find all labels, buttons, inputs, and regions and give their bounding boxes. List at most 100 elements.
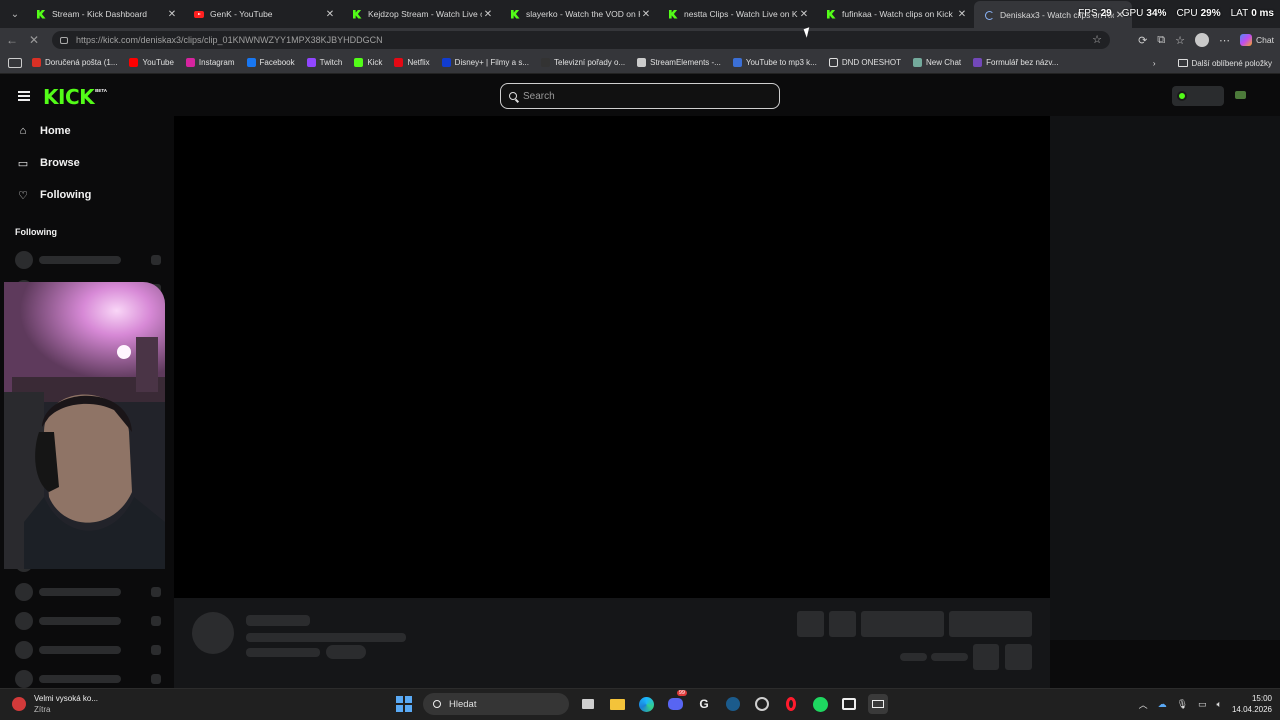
tab-close-icon[interactable]: ✕ — [798, 9, 810, 20]
weather-widget[interactable]: Velmi vysoká ko... Zítra — [12, 693, 98, 715]
bookmark-item[interactable]: Kick — [354, 58, 382, 67]
file-explorer-icon[interactable] — [607, 694, 627, 714]
sidebar-item-home[interactable]: ⌂ Home — [17, 125, 71, 137]
action-button-skeleton[interactable] — [861, 611, 944, 637]
action-button-skeleton[interactable] — [829, 611, 856, 637]
tab-close-icon[interactable]: ✕ — [640, 9, 652, 20]
edge-browser-icon[interactable] — [636, 694, 656, 714]
action-button-skeleton[interactable] — [797, 611, 824, 637]
hamburger-menu-icon[interactable] — [18, 91, 30, 101]
lat-value: 0 ms — [1251, 8, 1274, 19]
copilot-icon — [1240, 34, 1253, 46]
action-button-skeleton[interactable] — [949, 611, 1032, 637]
bookmark-label: DND ONESHOT — [841, 58, 901, 67]
chevron-right-icon[interactable]: › — [1153, 59, 1156, 68]
bookmark-item[interactable]: Facebook — [246, 58, 295, 67]
browser-tab[interactable]: slayerko - Watch the VOD on Kick ✕ — [500, 1, 658, 27]
steam-icon[interactable] — [723, 694, 743, 714]
bookmark-label: StreamElements -... — [650, 58, 721, 67]
webcam-overlay — [4, 282, 165, 569]
bookmark-item[interactable]: Televizní pořady o... — [541, 58, 625, 67]
tab-close-icon[interactable]: ✕ — [956, 9, 968, 20]
tab-close-icon[interactable]: ✕ — [482, 9, 494, 20]
bookmark-item[interactable]: StreamElements -... — [637, 58, 721, 67]
bookmark-favicon-icon — [973, 58, 983, 67]
opera-gx-icon[interactable] — [781, 694, 801, 714]
favorites-icon[interactable]: ☆ — [1175, 34, 1185, 47]
tray-overflow-chevron-icon[interactable]: ︿ — [1139, 698, 1148, 711]
heart-icon: ♡ — [18, 189, 28, 202]
tab-title: nestta Clips - Watch Live on Kick — [684, 9, 798, 19]
kick-logo[interactable]: KICK BETA — [43, 87, 107, 107]
task-view-icon[interactable] — [578, 694, 598, 714]
microphone-icon[interactable]: 🎙︎ — [1177, 699, 1188, 710]
browser-tab[interactable]: GenK - YouTube ✕ — [184, 1, 342, 27]
browser-tab[interactable]: Kejdzop Stream - Watch Live on Kick ✕ — [342, 1, 500, 27]
user-menu-button[interactable] — [1172, 86, 1224, 106]
taskbar-apps: Hledat 99 G — [394, 690, 888, 715]
discord-icon[interactable]: 99 — [665, 690, 687, 714]
tab-close-icon[interactable]: ✕ — [324, 9, 336, 20]
browser-tab[interactable]: Stream - Kick Dashboard ✕ — [26, 1, 184, 27]
spotify-icon[interactable] — [810, 694, 830, 714]
taskbar-search[interactable]: Hledat — [423, 693, 569, 715]
url-text: https://kick.com/deniskax3/clips/clip_01… — [76, 35, 383, 45]
browse-icon: ▭ — [17, 157, 29, 170]
bookmark-item[interactable]: Twitch — [306, 58, 342, 67]
extensions-puzzle-icon[interactable]: ⧉ — [1157, 34, 1165, 47]
windows-taskbar: Velmi vysoká ko... Zítra Hledat 99 G ︿ ☁… — [0, 688, 1280, 720]
clip-info-skeleton — [174, 598, 1050, 688]
app-g-icon[interactable]: G — [694, 694, 714, 714]
bookmark-item[interactable]: YouTube to mp3 k... — [732, 58, 817, 67]
onedrive-icon[interactable]: ☁ — [1158, 699, 1167, 710]
clock-time: 15:00 — [1251, 694, 1272, 703]
bookmark-item[interactable]: Disney+ | Filmy a s... — [441, 58, 529, 67]
streamer-avatar-placeholder — [192, 612, 234, 654]
apps-icon[interactable] — [8, 57, 22, 68]
bookmark-item[interactable]: New Chat — [912, 58, 962, 67]
bookmark-item[interactable]: DND ONESHOT — [828, 58, 901, 67]
notification-icon[interactable] — [1235, 91, 1246, 99]
weather-subtitle: Zítra — [34, 705, 51, 714]
browser-tab[interactable]: nestta Clips - Watch Live on Kick ✕ — [658, 1, 816, 27]
site-info-icon[interactable] — [60, 36, 68, 44]
browser-tab[interactable]: fufinkaa - Watch clips on Kick ✕ — [816, 1, 974, 27]
webcam-feed-image — [4, 282, 165, 569]
bookmark-favicon-icon — [246, 58, 256, 67]
mail-app-icon[interactable] — [868, 694, 888, 714]
copilot-chat-button[interactable]: Chat — [1240, 34, 1274, 46]
tab-title: slayerko - Watch the VOD on Kick — [526, 9, 640, 19]
app-recording-icon[interactable] — [752, 694, 772, 714]
back-arrow-icon[interactable]: ← — [2, 30, 22, 50]
following-skeleton-row — [15, 612, 165, 630]
volume-icon[interactable]: 🔈︎ — [1217, 699, 1222, 710]
sidebar-item-following[interactable]: ♡ Following — [17, 189, 91, 202]
bookmark-item[interactable]: Netflix — [394, 58, 430, 67]
bookmark-item[interactable]: YouTube — [129, 58, 174, 67]
bookmark-item[interactable]: Doručená pošta (1... — [32, 58, 117, 67]
profile-avatar-icon[interactable] — [1195, 33, 1210, 47]
network-icon[interactable]: ▭ — [1198, 699, 1207, 710]
clock[interactable]: 15:00 14.04.2026 — [1232, 693, 1272, 715]
bookmark-item[interactable]: Formulář bez názv... — [973, 58, 1058, 67]
clip-video-player[interactable] — [174, 116, 1050, 598]
address-bar[interactable]: https://kick.com/deniskax3/clips/clip_01… — [52, 31, 1110, 49]
action-button-skeleton[interactable] — [973, 644, 999, 670]
bookmark-star-icon[interactable]: ☆ — [1092, 33, 1102, 46]
bookmark-item[interactable]: Instagram — [185, 58, 235, 67]
more-menu-icon[interactable]: ⋯ — [1219, 34, 1230, 47]
reload-stop-icon[interactable]: ✕ — [24, 30, 44, 50]
tab-search-icon[interactable]: ⌄ — [4, 4, 26, 24]
sidebar-item-browse[interactable]: ▭ Browse — [17, 157, 80, 170]
stat-skeleton — [900, 653, 927, 661]
other-bookmarks-folder[interactable]: › Další oblíbené položky — [1153, 52, 1280, 74]
fps-value: 29 — [1100, 8, 1112, 19]
extension-icon[interactable]: ⟳ — [1138, 34, 1147, 47]
start-windows-icon[interactable] — [394, 694, 414, 714]
action-button-skeleton[interactable] — [1005, 644, 1032, 670]
following-skeleton-row — [15, 583, 165, 601]
bookmark-label: New Chat — [925, 58, 962, 67]
tab-close-icon[interactable]: ✕ — [166, 9, 178, 20]
capcut-icon[interactable] — [839, 694, 859, 714]
search-input[interactable]: Search — [500, 83, 780, 109]
